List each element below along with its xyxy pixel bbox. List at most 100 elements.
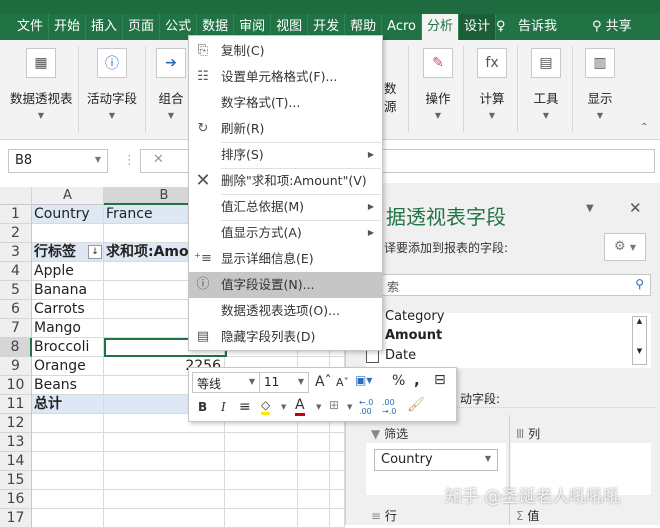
- close-icon[interactable]: ✕: [629, 199, 642, 217]
- row-label[interactable]: Apple: [32, 262, 104, 281]
- drag-handle[interactable]: ⋮: [123, 153, 136, 168]
- cell[interactable]: [104, 452, 225, 471]
- row-header-4[interactable]: 4: [0, 262, 32, 281]
- row-header-17[interactable]: 17: [0, 509, 32, 528]
- field-category[interactable]: Category: [385, 309, 444, 324]
- scrollbar[interactable]: ▲ ▼: [632, 316, 647, 365]
- tab-10[interactable]: Acro: [382, 14, 422, 40]
- data-source-button[interactable]: 数源: [384, 80, 397, 116]
- menu-item-3[interactable]: ↻ 刷新(R): [189, 116, 382, 142]
- cell[interactable]: [298, 471, 330, 490]
- cell[interactable]: [104, 490, 225, 509]
- menu-item-11[interactable]: ▤ 隐藏字段列表(D): [189, 324, 382, 350]
- row-header-2[interactable]: 2: [0, 224, 32, 243]
- menu-item-5[interactable]: ✕ 删除"求和项:Amount"(V): [189, 168, 382, 194]
- field-search-input[interactable]: 索 ⚲: [376, 274, 651, 296]
- show-button[interactable]: ▥ 显示 ▼: [580, 48, 620, 120]
- cell[interactable]: [32, 509, 104, 528]
- cell[interactable]: [330, 509, 345, 528]
- cell[interactable]: [225, 471, 298, 490]
- tab-12[interactable]: 设计: [459, 14, 497, 40]
- row-header-1[interactable]: 1: [0, 205, 32, 224]
- font-color-button[interactable]: A: [295, 398, 305, 416]
- settings-button[interactable]: ⚙ ▼: [604, 233, 646, 261]
- cell[interactable]: [298, 490, 330, 509]
- cell[interactable]: [32, 433, 104, 452]
- italic-button[interactable]: I: [221, 400, 226, 414]
- cell[interactable]: [104, 433, 225, 452]
- cell[interactable]: [225, 452, 298, 471]
- cell[interactable]: [298, 433, 330, 452]
- cell[interactable]: [32, 224, 104, 243]
- column-header-a[interactable]: A: [32, 187, 104, 205]
- select-all-corner[interactable]: [0, 187, 32, 205]
- pane-options-chevron-icon[interactable]: ▼: [586, 203, 594, 214]
- tab-1[interactable]: 开始: [49, 14, 87, 40]
- font-size-dropdown[interactable]: 11 ▼: [259, 372, 309, 393]
- tools-button[interactable]: ▤ 工具 ▼: [526, 48, 566, 120]
- tab-11[interactable]: 分析: [421, 14, 459, 40]
- menu-item-10[interactable]: 数据透视表选项(O)...: [189, 298, 382, 324]
- menu-item-6[interactable]: 值汇总依据(M) ▶: [189, 194, 382, 220]
- cell[interactable]: [32, 414, 104, 433]
- row-header-3[interactable]: 3: [0, 243, 32, 262]
- comma-button[interactable]: ,: [414, 371, 420, 389]
- borders-icon[interactable]: ⊞: [329, 398, 339, 412]
- cell[interactable]: [225, 433, 298, 452]
- cell[interactable]: [225, 509, 298, 528]
- row-header-15[interactable]: 15: [0, 471, 32, 490]
- bold-button[interactable]: B: [198, 400, 207, 414]
- row-header-13[interactable]: 13: [0, 433, 32, 452]
- row-header-11[interactable]: 11: [0, 395, 32, 414]
- cell[interactable]: [330, 490, 345, 509]
- row-header-9[interactable]: 9: [0, 357, 32, 376]
- row-header-6[interactable]: 6: [0, 300, 32, 319]
- menu-item-1[interactable]: ☷ 设置单元格格式(F)...: [189, 64, 382, 90]
- row-header-8[interactable]: 8: [0, 338, 32, 357]
- row-label[interactable]: Mango: [32, 319, 104, 338]
- cell[interactable]: [225, 490, 298, 509]
- menu-item-7[interactable]: 值显示方式(A) ▶: [189, 220, 382, 246]
- cell[interactable]: [298, 452, 330, 471]
- calculations-button[interactable]: fx 计算 ▼: [472, 48, 512, 120]
- cell[interactable]: [32, 452, 104, 471]
- cell[interactable]: [330, 433, 345, 452]
- row-label[interactable]: Carrots: [32, 300, 104, 319]
- increase-font-icon[interactable]: Aˆ: [315, 374, 332, 390]
- row-header-7[interactable]: 7: [0, 319, 32, 338]
- group-button[interactable]: ➔ 组合 ▼: [155, 48, 187, 120]
- tab-3[interactable]: 页面: [123, 14, 161, 40]
- cancel-icon[interactable]: ✕: [153, 152, 164, 167]
- font-name-dropdown[interactable]: 等线 ▼: [192, 372, 260, 393]
- menu-item-9[interactable]: ⓘ 值字段设置(N)...: [189, 272, 382, 298]
- row-labels-filter-button[interactable]: ↓: [88, 245, 102, 259]
- cell[interactable]: [32, 471, 104, 490]
- cell[interactable]: [330, 452, 345, 471]
- cell[interactable]: [330, 471, 345, 490]
- cell[interactable]: [104, 509, 225, 528]
- field-date[interactable]: Date: [385, 348, 416, 363]
- tell-me[interactable]: ♀ 告诉我: [496, 14, 557, 40]
- row-header-12[interactable]: 12: [0, 414, 32, 433]
- menu-item-8[interactable]: ⁺≡ 显示详细信息(E): [189, 246, 382, 272]
- name-box[interactable]: B8 ▼: [8, 149, 108, 173]
- row-label[interactable]: Orange: [32, 357, 104, 376]
- row-label[interactable]: Banana: [32, 281, 104, 300]
- row-label[interactable]: Broccoli: [32, 338, 104, 357]
- percent-button[interactable]: %: [392, 373, 405, 389]
- fill-color-icon[interactable]: ◇: [261, 398, 271, 415]
- active-field-button[interactable]: ⓘ 活动字段 ▼: [84, 48, 140, 120]
- menu-item-4[interactable]: 排序(S) ▶: [189, 142, 382, 168]
- field-amount[interactable]: Amount: [385, 328, 442, 343]
- decrease-decimal-button[interactable]: .00 →.0: [382, 398, 396, 416]
- pivot-table-button[interactable]: ▦ 数据透视表 ▼: [10, 48, 73, 120]
- collapse-ribbon-icon[interactable]: ⌃: [640, 122, 648, 133]
- row-header-5[interactable]: 5: [0, 281, 32, 300]
- actions-button[interactable]: ✎ 操作 ▼: [418, 48, 458, 120]
- share-button[interactable]: ⚲ 共享: [592, 14, 632, 40]
- accounting-format-icon[interactable]: ▣▾: [355, 373, 372, 387]
- format-painter-icon[interactable]: 🖌: [407, 397, 425, 413]
- row-header-10[interactable]: 10: [0, 376, 32, 395]
- menu-item-2[interactable]: 数字格式(T)...: [189, 90, 382, 116]
- grand-total-label[interactable]: 总计: [32, 395, 104, 414]
